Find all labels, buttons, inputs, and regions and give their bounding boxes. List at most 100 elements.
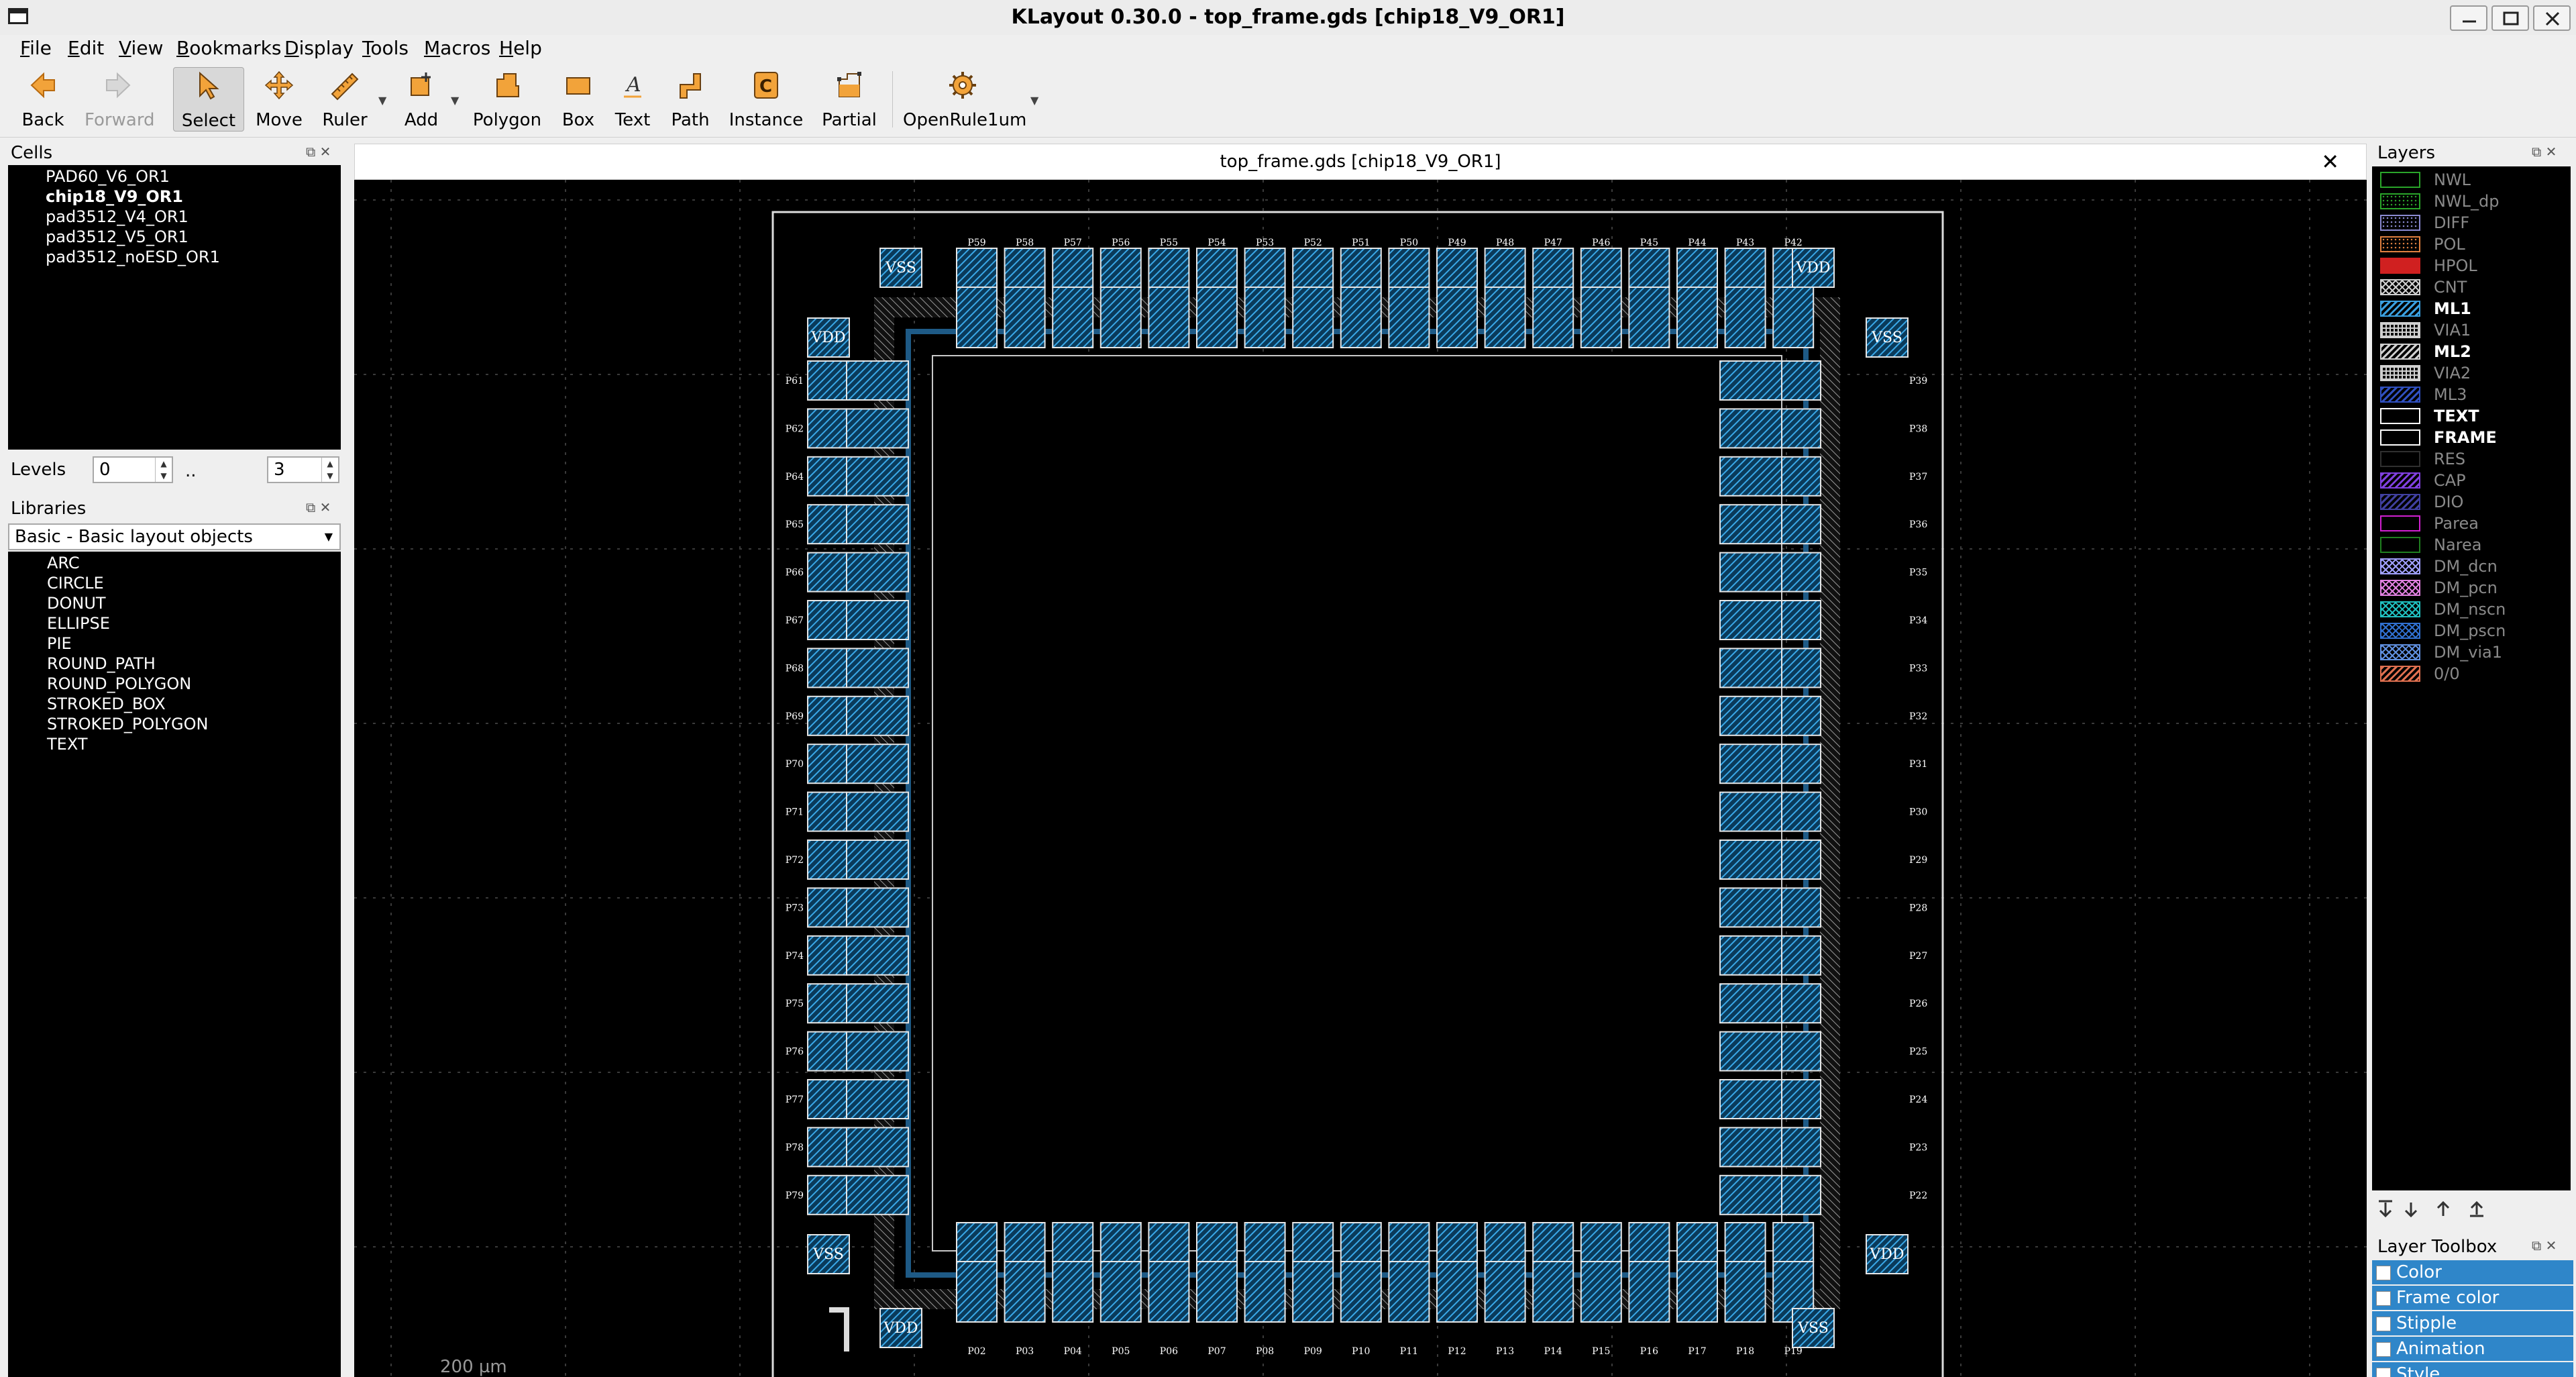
toolbox-item[interactable]: Stipple: [2372, 1311, 2573, 1335]
cell-item[interactable]: pad3512_V5_OR1: [46, 227, 189, 247]
toolbox-item[interactable]: Animation: [2372, 1337, 2573, 1361]
cell-item[interactable]: pad3512_V4_OR1: [46, 207, 189, 227]
add-dropdown-icon[interactable]: ▼: [451, 94, 459, 107]
toolbox-item[interactable]: Color: [2372, 1260, 2573, 1284]
maximize-button[interactable]: [2491, 5, 2529, 31]
layer-item[interactable]: NWL: [2372, 169, 2573, 191]
toolbox-checkbox[interactable]: [2376, 1342, 2391, 1357]
library-cell-item[interactable]: STROKED_BOX: [47, 694, 166, 714]
pad-driver: [1052, 287, 1094, 348]
ruler-dropdown-icon[interactable]: ▼: [378, 94, 386, 107]
layer-item[interactable]: DIFF: [2372, 212, 2573, 234]
layer-item[interactable]: ML3: [2372, 384, 2573, 405]
pad-driver: [846, 839, 909, 880]
layer-item[interactable]: VIA1: [2372, 319, 2573, 341]
layer-item[interactable]: DM_pscn: [2372, 620, 2573, 642]
polygon-tool-button[interactable]: Polygon: [470, 67, 545, 132]
layer-swatch: [2380, 666, 2420, 682]
layer-list[interactable]: NWL NWL_dp DIFF POL HPOL CNT ML1 VIA1 ML2 VIA2 ML3…: [2372, 166, 2571, 1190]
pad-driver: [1292, 1261, 1334, 1323]
toolbox-item[interactable]: Style: [2372, 1362, 2573, 1377]
layer-toolbox-controls[interactable]: ⧉ ✕: [2532, 1237, 2557, 1254]
add-button[interactable]: Add: [397, 67, 445, 132]
pad: [1781, 791, 1821, 832]
chip-layout-drawing[interactable]: P59 P02 P58 P03 P57 P04 P56 P05 P55 P06 P54 P07 P53 P…: [354, 180, 2367, 1377]
cell-item[interactable]: chip18_V9_OR1: [46, 187, 183, 207]
ruler-tool-button[interactable]: Ruler: [317, 67, 373, 132]
layer-item[interactable]: HPOL: [2372, 255, 2573, 276]
layout-view-tab[interactable]: top_frame.gds [chip18_V9_OR1] ✕: [354, 144, 2367, 180]
macro-dropdown-icon[interactable]: ▼: [1030, 94, 1038, 107]
library-cell-item[interactable]: DONUT: [47, 593, 106, 613]
toolbox-checkbox[interactable]: [2376, 1266, 2391, 1280]
openrule-macro-button[interactable]: OpenRule1um: [903, 67, 1026, 132]
layer-item[interactable]: NWL_dp: [2372, 191, 2573, 212]
menu-help[interactable]: Help: [499, 35, 542, 62]
library-cell-item[interactable]: ROUND_PATH: [47, 654, 156, 674]
layer-item[interactable]: DM_via1: [2372, 642, 2573, 663]
minimize-button[interactable]: [2450, 5, 2487, 31]
layer-item[interactable]: ML1: [2372, 298, 2573, 319]
layer-item[interactable]: DM_pcn: [2372, 577, 2573, 599]
instance-tool-button[interactable]: C Instance: [727, 67, 805, 132]
menu-macros[interactable]: Macros: [424, 35, 490, 62]
close-icon: [2545, 11, 2560, 26]
layer-item[interactable]: Parea: [2372, 513, 2573, 534]
menu-display[interactable]: Display: [284, 35, 354, 62]
menu-edit[interactable]: Edit: [68, 35, 104, 62]
library-cell-item[interactable]: TEXT: [47, 734, 88, 754]
cells-dock-controls[interactable]: ⧉ ✕: [306, 144, 331, 160]
toolbox-checkbox[interactable]: [2376, 1291, 2391, 1306]
forward-button[interactable]: Forward: [85, 67, 155, 132]
layer-item[interactable]: Narea: [2372, 534, 2573, 556]
library-cell-item[interactable]: ROUND_POLYGON: [47, 674, 191, 694]
partial-tool-button[interactable]: Partial: [816, 67, 883, 132]
menu-view[interactable]: View: [119, 35, 163, 62]
menu-file[interactable]: File: [20, 35, 52, 62]
cells-tree[interactable]: PAD60_V6_OR1 chip18_V9_OR1 pad3512_V4_OR1 p…: [8, 165, 341, 450]
library-cell-item[interactable]: ARC: [47, 553, 80, 573]
back-button[interactable]: Back: [15, 67, 71, 132]
move-tool-button[interactable]: Move: [252, 67, 306, 132]
levels-from-spinbox[interactable]: 0 ▲ ▼: [93, 456, 173, 483]
levels-to-spinbox[interactable]: 3 ▲ ▼: [267, 456, 339, 483]
select-tool-button[interactable]: Select: [173, 67, 244, 132]
layer-item[interactable]: RES: [2372, 448, 2573, 470]
layer-name: TEXT: [2434, 407, 2479, 425]
layer-item[interactable]: CAP: [2372, 470, 2573, 491]
layer-item[interactable]: DM_nscn: [2372, 599, 2573, 620]
pad-label: P64: [786, 472, 804, 482]
close-view-icon[interactable]: ✕: [2321, 144, 2339, 179]
cell-item[interactable]: PAD60_V6_OR1: [46, 166, 170, 187]
layer-swatch: [2380, 301, 2420, 317]
layers-dock-controls[interactable]: ⧉ ✕: [2532, 144, 2557, 160]
toolbox-checkbox[interactable]: [2376, 1368, 2391, 1377]
toolbox-checkbox[interactable]: [2376, 1317, 2391, 1331]
toolbox-item[interactable]: Frame color: [2372, 1286, 2573, 1310]
libraries-dock-controls[interactable]: ⧉ ✕: [306, 499, 331, 515]
pad-label: P31: [1909, 759, 1927, 770]
box-tool-button[interactable]: Box: [553, 67, 604, 132]
close-window-button[interactable]: [2533, 5, 2571, 31]
menu-bookmarks[interactable]: Bookmarks: [176, 35, 281, 62]
menu-tools[interactable]: Tools: [362, 35, 409, 62]
layer-item[interactable]: TEXT: [2372, 405, 2573, 427]
layout-canvas[interactable]: P59 P02 P58 P03 P57 P04 P56 P05 P55 P06 P54 P07 P53 P…: [354, 180, 2367, 1377]
library-cell-item[interactable]: ELLIPSE: [47, 613, 110, 633]
layer-item[interactable]: ML2: [2372, 341, 2573, 362]
layer-item[interactable]: DIO: [2372, 491, 2573, 513]
layer-item[interactable]: POL: [2372, 234, 2573, 255]
library-cells-list[interactable]: ARC CIRCLE DONUT ELLIPSE PIE ROUND_PATH ROUND_…: [8, 552, 341, 1377]
layer-item[interactable]: CNT: [2372, 276, 2573, 298]
library-select[interactable]: Basic - Basic layout objects ▼: [8, 523, 341, 550]
library-cell-item[interactable]: CIRCLE: [47, 573, 104, 593]
layer-item[interactable]: DM_dcn: [2372, 556, 2573, 577]
layer-item[interactable]: FRAME: [2372, 427, 2573, 448]
layer-item[interactable]: 0/0: [2372, 663, 2573, 684]
library-cell-item[interactable]: PIE: [47, 633, 72, 654]
text-tool-button[interactable]: A Text: [608, 67, 657, 132]
cell-item[interactable]: pad3512_noESD_OR1: [46, 247, 220, 267]
layer-item[interactable]: VIA2: [2372, 362, 2573, 384]
path-tool-button[interactable]: Path: [664, 67, 716, 132]
library-cell-item[interactable]: STROKED_POLYGON: [47, 714, 209, 734]
